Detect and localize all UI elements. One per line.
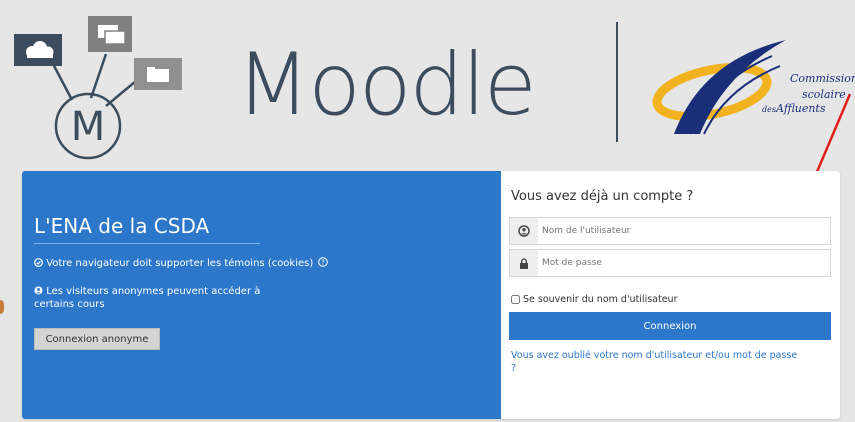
forgot-password-link[interactable]: Vous avez oublié votre nom d'utilisateur… [511, 349, 831, 375]
login-heading: Vous avez déjà un compte ? [511, 189, 694, 204]
guest-notice-line1: Les visiteurs anonymes peuvent accéder à [46, 286, 261, 297]
svg-text:?: ? [322, 259, 326, 267]
chat-icon [88, 16, 132, 52]
user-icon [34, 286, 43, 295]
login-card: L'ENA de la CSDA Votre navigateur doit s… [22, 171, 840, 419]
title-underline [34, 243, 260, 244]
cookies-notice-text: Votre navigateur doit supporter les témo… [46, 258, 314, 269]
username-field[interactable] [509, 217, 831, 245]
moodle-wordmark: Moodle [236, 35, 537, 135]
remember-checkbox[interactable] [511, 295, 520, 304]
forgot-link-line2[interactable]: ? [511, 363, 516, 374]
commission-line1: Commission [790, 72, 855, 85]
left-edge-fragment [0, 300, 4, 314]
guest-notice-line2: certains cours [34, 299, 105, 310]
lock-icon [510, 250, 538, 276]
header-divider [616, 22, 618, 142]
commission-des: des [762, 105, 776, 114]
guest-login-button[interactable]: Connexion anonyme [34, 328, 160, 350]
folder-icon [134, 58, 182, 90]
check-circle-icon [34, 258, 43, 267]
site-info-panel: L'ENA de la CSDA Votre navigateur doit s… [22, 171, 501, 419]
remember-username[interactable]: Se souvenir du nom d'utilisateur [511, 294, 677, 305]
commission-logo-mark [652, 40, 786, 135]
moodle-network-logo: M [14, 16, 182, 160]
username-input[interactable] [542, 222, 822, 240]
site-title: L'ENA de la CSDA [34, 214, 210, 238]
commission-affluents: Affluents [775, 102, 826, 115]
help-icon[interactable]: ? [318, 257, 329, 267]
commission-line3: desAffluents [762, 102, 826, 115]
password-input[interactable] [542, 254, 822, 272]
password-field[interactable] [509, 249, 831, 277]
user-circle-icon [510, 218, 538, 244]
login-form: Vous avez déjà un compte ? Se souvenir d… [509, 171, 833, 419]
remember-label: Se souvenir du nom d'utilisateur [523, 294, 678, 305]
cloud-icon [14, 34, 62, 66]
login-button[interactable]: Connexion [509, 312, 831, 340]
cookies-notice: Votre navigateur doit supporter les témo… [34, 257, 329, 269]
forgot-link-line1[interactable]: Vous avez oublié votre nom d'utilisateur… [511, 350, 797, 361]
guest-notice: Les visiteurs anonymes peuvent accéder à… [34, 285, 260, 311]
header-banner: M Moodle Commission scolaire desAffluent… [0, 0, 855, 160]
moodle-m-letter: M [71, 104, 106, 150]
commission-line2: scolaire [802, 88, 846, 101]
